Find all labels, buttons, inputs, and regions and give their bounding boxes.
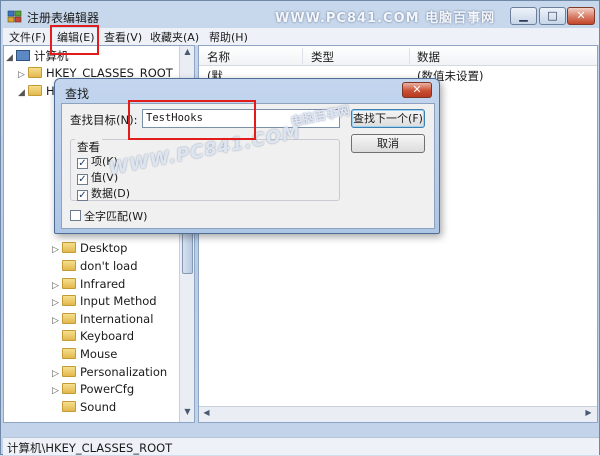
find-dialog-close-button[interactable]: ✕ — [402, 82, 432, 98]
tree-item-label: Keyboard — [80, 329, 135, 343]
expand-arrow-icon[interactable]: ▷ — [52, 245, 62, 255]
checkbox-unchecked-icon[interactable] — [70, 210, 81, 221]
watermark-text: WWW.PC841.COM 电脑百事网 — [275, 11, 496, 26]
folder-icon — [62, 366, 76, 377]
folder-icon — [62, 401, 76, 412]
status-bar: 计算机\HKEY_CLASSES_ROOT — [3, 437, 599, 455]
menu-edit[interactable]: 编辑(E) — [57, 29, 95, 45]
list-horizontal-scrollbar[interactable]: ◀ ▶ — [199, 406, 597, 422]
registry-editor-icon — [7, 10, 22, 23]
tree-item-label: Desktop — [80, 241, 128, 255]
tree-root[interactable]: ◢ 计算机 — [6, 48, 69, 65]
folder-icon — [62, 383, 76, 394]
tree-item-desktop[interactable]: ▷ Desktop — [52, 241, 127, 258]
option-match-whole[interactable]: 全字匹配(W) — [70, 208, 147, 224]
folder-icon — [28, 67, 42, 78]
computer-icon — [16, 50, 30, 61]
find-dialog: 查找 ✕ 查找目标(N): TestHooks 查找下一个(F) 取消 查看 ✓… — [54, 78, 440, 234]
expand-arrow-icon[interactable]: ▷ — [52, 316, 62, 326]
checkbox-checked-icon[interactable]: ✓ — [77, 158, 88, 169]
menu-bar: 文件(F) 编辑(E) 查看(V) 收藏夹(A) 帮助(H) — [3, 28, 599, 45]
minimize-button[interactable]: ▁ — [510, 7, 537, 25]
maximize-button[interactable]: □ — [539, 7, 566, 25]
status-path: 计算机\HKEY_CLASSES_ROOT — [7, 441, 173, 455]
close-button[interactable]: ✕ — [567, 7, 595, 25]
tree-item-powercfg[interactable]: ▷ PowerCfg — [52, 382, 134, 399]
option-data[interactable]: ✓ 数据(D) — [77, 185, 130, 201]
scroll-right-arrow-icon[interactable]: ▶ — [581, 408, 596, 422]
menu-help[interactable]: 帮助(H) — [209, 29, 248, 45]
title-bar: 注册表编辑器 WWW.PC841.COM 电脑百事网 ▁ □ ✕ — [1, 1, 599, 29]
tree-item-label: International — [80, 312, 154, 326]
tree-item-keyboard[interactable]: Keyboard — [52, 329, 134, 346]
expand-arrow-icon[interactable]: ▷ — [52, 369, 62, 379]
tree-root-label: 计算机 — [34, 49, 69, 63]
find-dialog-title: 查找 — [65, 87, 90, 101]
tree-item-label: Input Method — [80, 294, 157, 308]
expand-arrow-icon[interactable]: ▷ — [52, 281, 62, 291]
find-target-label: 查找目标(N): — [70, 113, 138, 127]
folder-icon — [62, 278, 76, 289]
expand-arrow-icon[interactable]: ▷ — [18, 70, 28, 80]
menu-favorites[interactable]: 收藏夹(A) — [150, 29, 199, 45]
expand-arrow-icon[interactable]: ▷ — [52, 298, 62, 308]
tree-item-label: Personalization — [80, 365, 168, 379]
tree-item-international[interactable]: ▷ International — [52, 312, 153, 329]
tree-item-label: Infrared — [80, 277, 126, 291]
cancel-button[interactable]: 取消 — [351, 134, 425, 153]
tree-item-infrared[interactable]: ▷ Infrared — [52, 277, 125, 294]
column-data[interactable]: 数据 — [417, 49, 440, 65]
tree-item-mouse[interactable]: Mouse — [52, 347, 117, 364]
find-next-button[interactable]: 查找下一个(F) — [351, 109, 425, 128]
checkbox-checked-icon[interactable]: ✓ — [77, 190, 88, 201]
collapse-arrow-icon[interactable]: ◢ — [18, 88, 28, 98]
scroll-left-arrow-icon[interactable]: ◀ — [199, 408, 214, 422]
registry-editor-window: 注册表编辑器 WWW.PC841.COM 电脑百事网 ▁ □ ✕ 文件(F) 编… — [0, 0, 600, 455]
folder-icon — [62, 242, 76, 253]
tree-item-label: Mouse — [80, 347, 118, 361]
folder-icon — [62, 313, 76, 324]
tree-item-label: Sound — [80, 400, 117, 414]
scroll-up-arrow-icon[interactable]: ▲ — [180, 47, 194, 61]
folder-icon — [62, 348, 76, 359]
folder-icon — [62, 295, 76, 306]
folder-icon — [62, 330, 76, 341]
tree-item-input-method[interactable]: ▷ Input Method — [52, 294, 157, 311]
expand-arrow-icon[interactable]: ▷ — [52, 386, 62, 396]
tree-item-dont-load[interactable]: don't load — [52, 259, 138, 276]
tree-item-sound[interactable]: Sound — [52, 400, 116, 417]
window-title: 注册表编辑器 — [27, 11, 100, 25]
folder-icon — [28, 85, 42, 96]
column-name[interactable]: 名称 — [207, 49, 230, 65]
menu-view[interactable]: 查看(V) — [104, 29, 142, 45]
tree-item-label: don't load — [80, 259, 138, 273]
scroll-down-arrow-icon[interactable]: ▼ — [180, 407, 194, 421]
collapse-arrow-icon[interactable]: ◢ — [6, 53, 16, 63]
tree-item-personalization[interactable]: ▷ Personalization — [52, 365, 167, 382]
column-type[interactable]: 类型 — [311, 49, 334, 65]
list-header: 名称 类型 数据 — [199, 46, 597, 66]
menu-file[interactable]: 文件(F) — [9, 29, 46, 45]
checkbox-checked-icon[interactable]: ✓ — [77, 174, 88, 185]
tree-item-label: PowerCfg — [80, 382, 135, 396]
folder-icon — [62, 260, 76, 271]
